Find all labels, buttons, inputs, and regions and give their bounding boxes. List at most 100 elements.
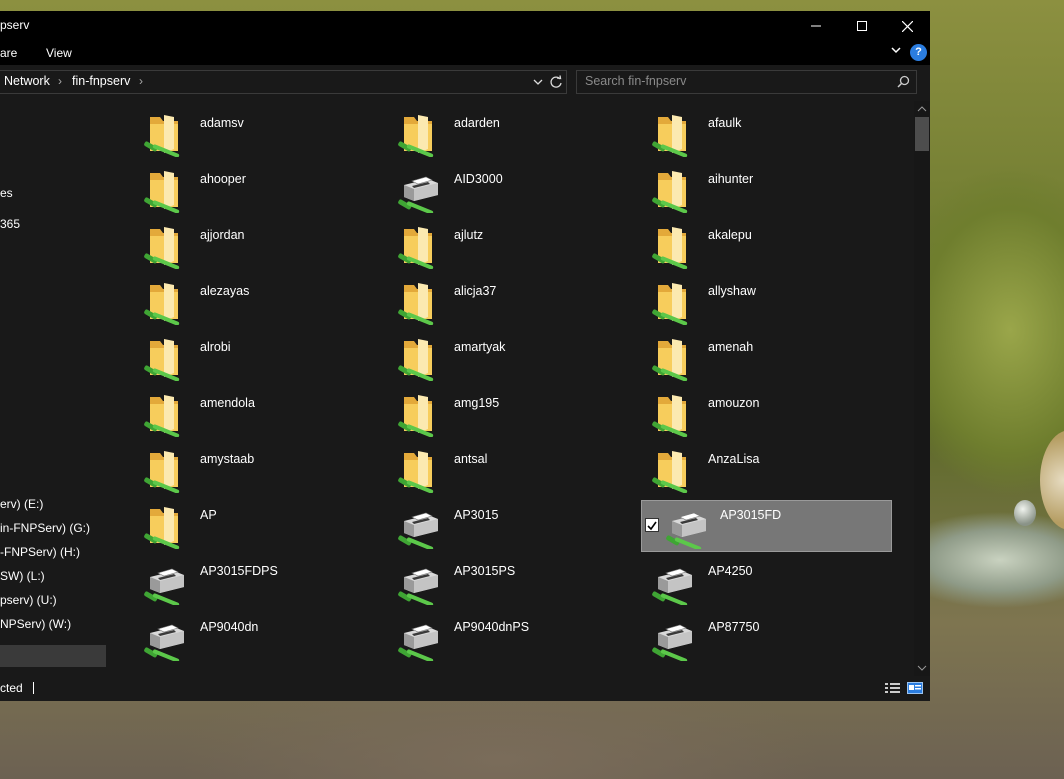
list-item[interactable]: alrobi [134,333,383,383]
list-item-label: AP [200,508,217,522]
shared-folder-icon [398,393,438,438]
list-item[interactable]: amystaab [134,445,383,495]
list-item[interactable]: ajjordan [134,221,383,271]
breadcrumb-separator[interactable]: › [58,74,62,88]
list-item[interactable]: antsal [388,445,637,495]
list-item-label: amendola [200,396,255,410]
list-item[interactable]: amg195 [388,389,637,439]
list-item[interactable]: amendola [134,389,383,439]
scroll-down-icon[interactable] [914,663,930,673]
list-item[interactable]: aihunter [642,165,891,215]
list-item[interactable]: AP3015PS [388,557,637,607]
scrollbar-thumb[interactable] [915,117,929,151]
nav-item-drive-g[interactable]: in-FNPServ) (G:) [0,521,90,535]
list-item[interactable]: AP3015 [388,501,637,551]
list-item[interactable]: amartyak [388,333,637,383]
list-item-label: akalepu [708,228,752,242]
search-icon[interactable] [897,75,910,88]
list-item[interactable]: ajlutz [388,221,637,271]
nav-item[interactable]: 365 [0,217,20,231]
list-item-label: antsal [454,452,488,466]
shared-folder-icon [144,113,184,158]
refresh-icon[interactable] [549,75,563,89]
file-list: adamsv adarden afaulk ahooper AID3000 ai… [108,101,914,676]
list-item[interactable]: afaulk [642,109,891,159]
shared-folder-icon [144,225,184,270]
list-item-label: AP3015PS [454,564,516,578]
shared-folder-icon [144,337,184,382]
list-item[interactable]: AP87750 [642,613,891,663]
list-item-label: ahooper [200,172,246,186]
network-printer-icon [652,561,692,607]
list-item[interactable]: AP9040dnPS [388,613,637,663]
list-item-label: ajlutz [454,228,484,242]
breadcrumb-separator[interactable]: › [139,74,143,88]
shared-folder-icon [652,337,692,382]
close-button[interactable] [884,11,930,41]
address-bar[interactable]: Network › fin-fnpserv › [0,70,567,94]
shared-folder-icon [652,449,692,494]
nav-item-drive-e[interactable]: erv) (E:) [0,497,43,511]
network-printer-icon [398,169,438,215]
selection-checkbox[interactable] [645,518,659,532]
list-item[interactable]: akalepu [642,221,891,271]
nav-item-selected[interactable] [0,645,106,667]
network-printer-icon [652,617,692,663]
list-item-label: AP3015FD [720,508,782,522]
list-item-label: amystaab [200,452,255,466]
breadcrumb-network[interactable]: Network [4,74,50,88]
help-button[interactable]: ? [910,44,927,61]
nav-item-drive-u[interactable]: pserv) (U:) [0,593,57,607]
details-view-icon[interactable] [885,682,901,694]
list-item-label: alicja37 [454,284,497,298]
list-item[interactable]: alezayas [134,277,383,327]
breadcrumb-fin-fnpserv[interactable]: fin-fnpserv [72,74,130,88]
list-item-label: adamsv [200,116,244,130]
text-caret [33,682,34,694]
list-item[interactable]: adarden [388,109,637,159]
list-item[interactable]: alicja37 [388,277,637,327]
nav-item[interactable]: es [0,186,13,200]
wallpaper-water-drop [1014,500,1036,526]
shared-folder-icon [398,337,438,382]
vertical-scrollbar[interactable] [914,101,930,676]
address-dropdown-icon[interactable] [533,77,543,87]
list-item[interactable]: adamsv [134,109,383,159]
list-item[interactable]: AP9040dn [134,613,383,663]
list-item[interactable]: amenah [642,333,891,383]
maximize-button[interactable] [839,11,885,41]
close-icon [901,20,913,32]
list-item-selected[interactable]: AP3015FD [641,500,892,552]
list-item-label: amg195 [454,396,500,410]
shared-folder-icon [144,449,184,494]
list-item[interactable]: allyshaw [642,277,891,327]
tab-view[interactable]: View [46,46,72,60]
search-placeholder: Search fin-fnpserv [585,74,687,88]
list-item[interactable]: amouzon [642,389,891,439]
list-item[interactable]: AP4250 [642,557,891,607]
shared-folder-icon [652,113,692,158]
expand-ribbon-chevron-icon[interactable] [890,44,902,56]
tab-share[interactable]: are [0,46,17,60]
list-item-label: alezayas [200,284,250,298]
shared-folder-icon [652,225,692,270]
nav-item-drive-h[interactable]: -FNPServ) (H:) [0,545,80,559]
tiles-view-icon[interactable] [907,682,923,694]
status-bar: cted [0,676,930,701]
list-item-label: allyshaw [708,284,756,298]
list-item[interactable]: AP3015FDPS [134,557,383,607]
search-input[interactable]: Search fin-fnpserv [576,70,917,94]
list-item-label: AnzaLisa [708,452,760,466]
list-item[interactable]: AnzaLisa [642,445,891,495]
minimize-button[interactable] [793,11,839,41]
list-item[interactable]: AP [134,501,383,551]
title-bar[interactable]: pserv [0,11,930,41]
shared-folder-icon [398,449,438,494]
scroll-up-icon[interactable] [914,104,930,114]
nav-item-drive-w[interactable]: NPServ) (W:) [0,617,71,631]
network-printer-icon [398,561,438,607]
list-item[interactable]: AID3000 [388,165,637,215]
nav-item-drive-l[interactable]: SW) (L:) [0,569,45,583]
shared-folder-icon [652,169,692,214]
list-item[interactable]: ahooper [134,165,383,215]
